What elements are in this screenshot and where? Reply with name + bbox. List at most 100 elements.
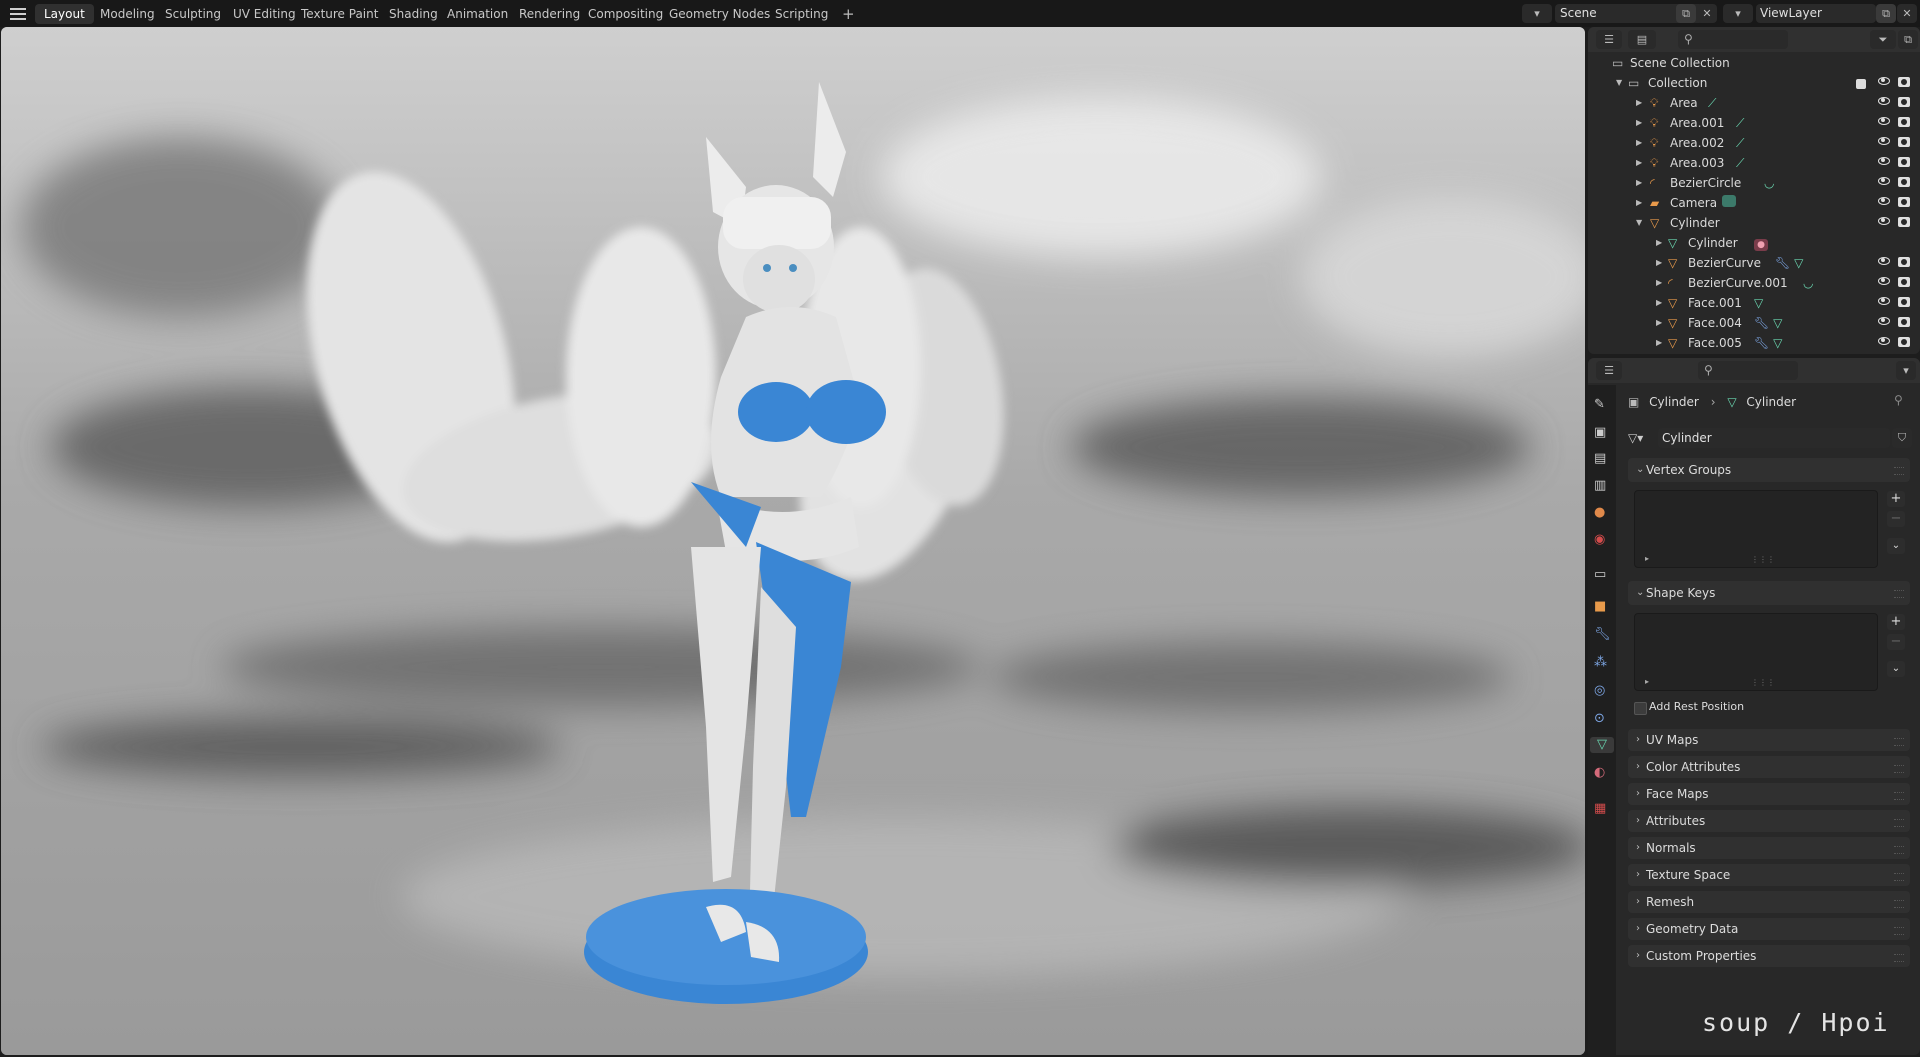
material-tab-icon[interactable]: ◐ xyxy=(1594,765,1610,781)
outliner-row-child-cylinder[interactable]: ▶ ▽ Cylinder ● xyxy=(1588,233,1920,253)
eye-icon[interactable] xyxy=(1878,257,1890,265)
mesh-data-icon[interactable]: ▽ xyxy=(1754,293,1763,313)
render-camera-icon[interactable] xyxy=(1898,137,1910,147)
scene-selector-icon[interactable]: ▾ xyxy=(1522,4,1552,23)
outliner-row-child-face-005[interactable]: ▶ ▽ Face.005 🔧︎ ▽ xyxy=(1588,333,1920,353)
render-camera-icon[interactable] xyxy=(1898,157,1910,167)
render-tab-icon[interactable]: ▣ xyxy=(1594,425,1610,441)
drag-handle[interactable] xyxy=(1894,590,1904,598)
outliner-row-area-001[interactable]: ▶ 💡︎ Area.001 ⟋ xyxy=(1588,113,1920,133)
view-layer-field[interactable]: ViewLayer xyxy=(1756,4,1876,23)
render-camera-icon[interactable] xyxy=(1898,317,1910,327)
shape-key-specials-button[interactable]: ⌄ xyxy=(1887,661,1905,677)
expanded-triangle-icon[interactable]: ▼ xyxy=(1636,213,1642,233)
render-camera-icon[interactable] xyxy=(1898,197,1910,207)
panel-remesh[interactable]: › Remesh xyxy=(1628,891,1910,913)
view-layer-tab-icon[interactable]: ▥ xyxy=(1594,478,1610,494)
modifier-tab-icon[interactable]: 🔧︎ xyxy=(1594,627,1611,643)
panel-color-attributes[interactable]: › Color Attributes xyxy=(1628,756,1910,778)
eye-icon[interactable] xyxy=(1878,97,1890,105)
outliner-row-scene-collection[interactable]: ▭ Scene Collection xyxy=(1588,53,1920,73)
new-view-layer-icon[interactable]: ⧉ xyxy=(1876,4,1896,23)
panel-normals[interactable]: › Normals xyxy=(1628,837,1910,859)
curve-data-icon[interactable]: ◡ xyxy=(1764,173,1774,193)
render-camera-icon[interactable] xyxy=(1898,337,1910,347)
curve-data-icon[interactable]: ◡ xyxy=(1803,273,1813,293)
drag-handle[interactable] xyxy=(1894,819,1904,827)
render-camera-icon[interactable] xyxy=(1898,97,1910,107)
expand-triangle-icon[interactable]: ▸ xyxy=(1645,677,1649,686)
light-data-icon[interactable]: ⟋ xyxy=(1736,133,1744,153)
properties-editor-type-icon[interactable]: ☰ xyxy=(1596,361,1622,380)
remove-vertex-group-button[interactable]: − xyxy=(1887,511,1905,527)
new-collection-icon[interactable]: ⧉ xyxy=(1898,30,1918,49)
render-camera-icon[interactable] xyxy=(1898,217,1910,227)
outliner-row-collection[interactable]: ▼ ▭ Collection xyxy=(1588,73,1920,93)
tab-layout[interactable]: Layout xyxy=(35,4,94,24)
collapsed-triangle-icon[interactable]: ▶ xyxy=(1656,293,1662,313)
eye-icon[interactable] xyxy=(1878,137,1890,145)
tab-compositing[interactable]: Compositing xyxy=(579,4,672,24)
panel-custom-properties[interactable]: › Custom Properties xyxy=(1628,945,1910,967)
particles-tab-icon[interactable]: ⁂ xyxy=(1594,655,1610,671)
tab-geometry-nodes[interactable]: Geometry Nodes xyxy=(660,4,779,24)
expanded-triangle-icon[interactable]: ▼ xyxy=(1616,73,1622,93)
outliner-row-camera[interactable]: ▶ ▰ Camera xyxy=(1588,193,1920,213)
drag-handle[interactable] xyxy=(1894,927,1904,935)
outliner-search-input[interactable]: ⚲ xyxy=(1678,30,1788,49)
collapsed-triangle-icon[interactable]: ▶ xyxy=(1656,333,1662,353)
3d-viewport[interactable] xyxy=(1,27,1585,1055)
panel-face-maps[interactable]: › Face Maps xyxy=(1628,783,1910,805)
properties-search-input[interactable]: ⚲ xyxy=(1698,361,1798,380)
scene-tab-icon[interactable]: ● xyxy=(1594,505,1610,521)
outliner-row-child-beziercurve[interactable]: ▶ ▽ BezierCurve 🔧︎ ▽ xyxy=(1588,253,1920,273)
render-camera-icon[interactable] xyxy=(1898,117,1910,127)
light-data-icon[interactable]: ⟋ xyxy=(1708,93,1716,113)
collapsed-triangle-icon[interactable]: ▶ xyxy=(1656,313,1662,333)
collapsed-triangle-icon[interactable]: ▶ xyxy=(1636,193,1642,213)
render-camera-icon[interactable] xyxy=(1898,277,1910,287)
modifier-mesh-icons[interactable]: 🔧︎ ▽ xyxy=(1754,333,1782,353)
panel-texture-space[interactable]: › Texture Space xyxy=(1628,864,1910,886)
texture-tab-icon[interactable]: ▦ xyxy=(1594,801,1610,817)
eye-icon[interactable] xyxy=(1878,197,1890,205)
render-camera-icon[interactable] xyxy=(1898,257,1910,267)
light-data-icon[interactable]: ⟋ xyxy=(1736,153,1744,173)
exclude-checkbox[interactable] xyxy=(1856,73,1866,93)
outliner-row-child-beziercurve-001[interactable]: ▶ ◜ BezierCurve.001 ◡ xyxy=(1588,273,1920,293)
main-menu-icon[interactable] xyxy=(8,5,28,22)
outliner-row-area[interactable]: ▶ 💡︎ Area ⟋ xyxy=(1588,93,1920,113)
add-shape-key-button[interactable]: + xyxy=(1887,614,1905,630)
panel-shape-keys[interactable]: ⌄ Shape Keys xyxy=(1628,581,1910,605)
tool-tab-icon[interactable]: ✎ xyxy=(1594,397,1610,413)
eye-icon[interactable] xyxy=(1878,77,1890,85)
modifier-mesh-icons[interactable]: 🔧︎ ▽ xyxy=(1754,313,1782,333)
drag-handle[interactable] xyxy=(1894,738,1904,746)
world-tab-icon[interactable]: ◉ xyxy=(1594,532,1610,548)
outliner-row-child-face-004[interactable]: ▶ ▽ Face.004 🔧︎ ▽ xyxy=(1588,313,1920,333)
render-camera-icon[interactable] xyxy=(1898,297,1910,307)
panel-vertex-groups[interactable]: ⌄ Vertex Groups xyxy=(1628,458,1910,482)
drag-handle[interactable] xyxy=(1894,900,1904,908)
outliner-row-cylinder[interactable]: ▼ ▽ Cylinder xyxy=(1588,213,1920,233)
drag-handle[interactable] xyxy=(1894,846,1904,854)
outliner-row-beziercircle[interactable]: ▶ ◜ BezierCircle ◡ xyxy=(1588,173,1920,193)
outliner-row-area-003[interactable]: ▶ 💡︎ Area.003 ⟋ xyxy=(1588,153,1920,173)
outliner-editor-type-icon[interactable]: ☰ xyxy=(1596,30,1622,49)
panel-attributes[interactable]: › Attributes xyxy=(1628,810,1910,832)
tab-texture-paint[interactable]: Texture Paint xyxy=(292,4,387,24)
render-camera-icon[interactable] xyxy=(1898,77,1910,87)
shape-keys-list[interactable]: ▸ ⋮⋮⋮ xyxy=(1634,613,1878,691)
eye-icon[interactable] xyxy=(1878,277,1890,285)
resize-grip-icon[interactable]: ⋮⋮⋮ xyxy=(1751,555,1775,564)
collapsed-triangle-icon[interactable]: ▶ xyxy=(1656,273,1662,293)
drag-handle[interactable] xyxy=(1894,873,1904,881)
outliner-row-area-002[interactable]: ▶ 💡︎ Area.002 ⟋ xyxy=(1588,133,1920,153)
new-scene-icon[interactable]: ⧉ xyxy=(1676,4,1696,23)
tab-shading[interactable]: Shading xyxy=(380,4,447,24)
collapsed-triangle-icon[interactable]: ▶ xyxy=(1656,253,1662,273)
eye-icon[interactable] xyxy=(1878,337,1890,345)
eye-icon[interactable] xyxy=(1878,157,1890,165)
output-tab-icon[interactable]: ▤ xyxy=(1594,451,1610,467)
expand-triangle-icon[interactable]: ▸ xyxy=(1645,554,1649,563)
